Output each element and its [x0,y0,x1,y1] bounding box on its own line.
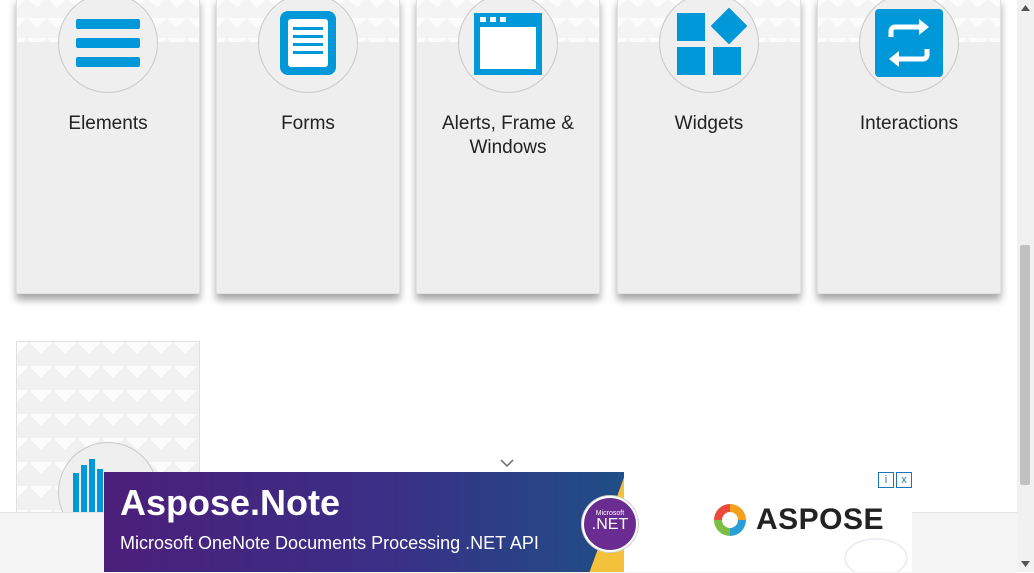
dotnet-badge: Microsoft .NET [582,496,638,552]
ad-controls[interactable]: i x [878,472,912,488]
widgets-icon [659,0,759,93]
card-interactions[interactable]: Interactions [817,0,1001,294]
card-label: Forms [281,113,335,134]
interactions-icon [859,0,959,93]
card-label: Interactions [859,113,959,134]
forms-icon [258,0,358,93]
scrollbar-thumb[interactable] [1020,245,1030,485]
ad-title: Aspose.Note [120,482,341,523]
ad-info-icon[interactable]: i [878,472,894,488]
card-forms[interactable]: Forms [216,0,400,294]
scroll-up-icon[interactable] [1017,2,1034,14]
ad-subtitle: Microsoft OneNote Documents Processing .… [120,533,539,553]
window-icon [458,0,558,93]
ad-close-icon[interactable]: x [896,472,912,488]
ad-banner[interactable]: Aspose.Note Microsoft OneNote Documents … [104,472,912,572]
card-alerts-frame-windows[interactable]: Alerts, Frame & Windows [416,0,600,294]
card-label: Widgets [674,113,744,134]
card-label: Elements [68,113,148,134]
card-widgets[interactable]: Widgets [617,0,801,294]
elements-icon [58,0,158,93]
aspose-logo: ASPOSE [712,502,884,538]
vertical-scrollbar[interactable] [1017,0,1034,572]
aspose-logo-icon [714,504,746,536]
chevron-down-icon[interactable] [500,458,514,468]
scroll-down-icon[interactable] [1017,558,1034,570]
card-elements[interactable]: Elements [16,0,200,294]
card-label: Alerts, Frame & Windows [442,113,574,158]
